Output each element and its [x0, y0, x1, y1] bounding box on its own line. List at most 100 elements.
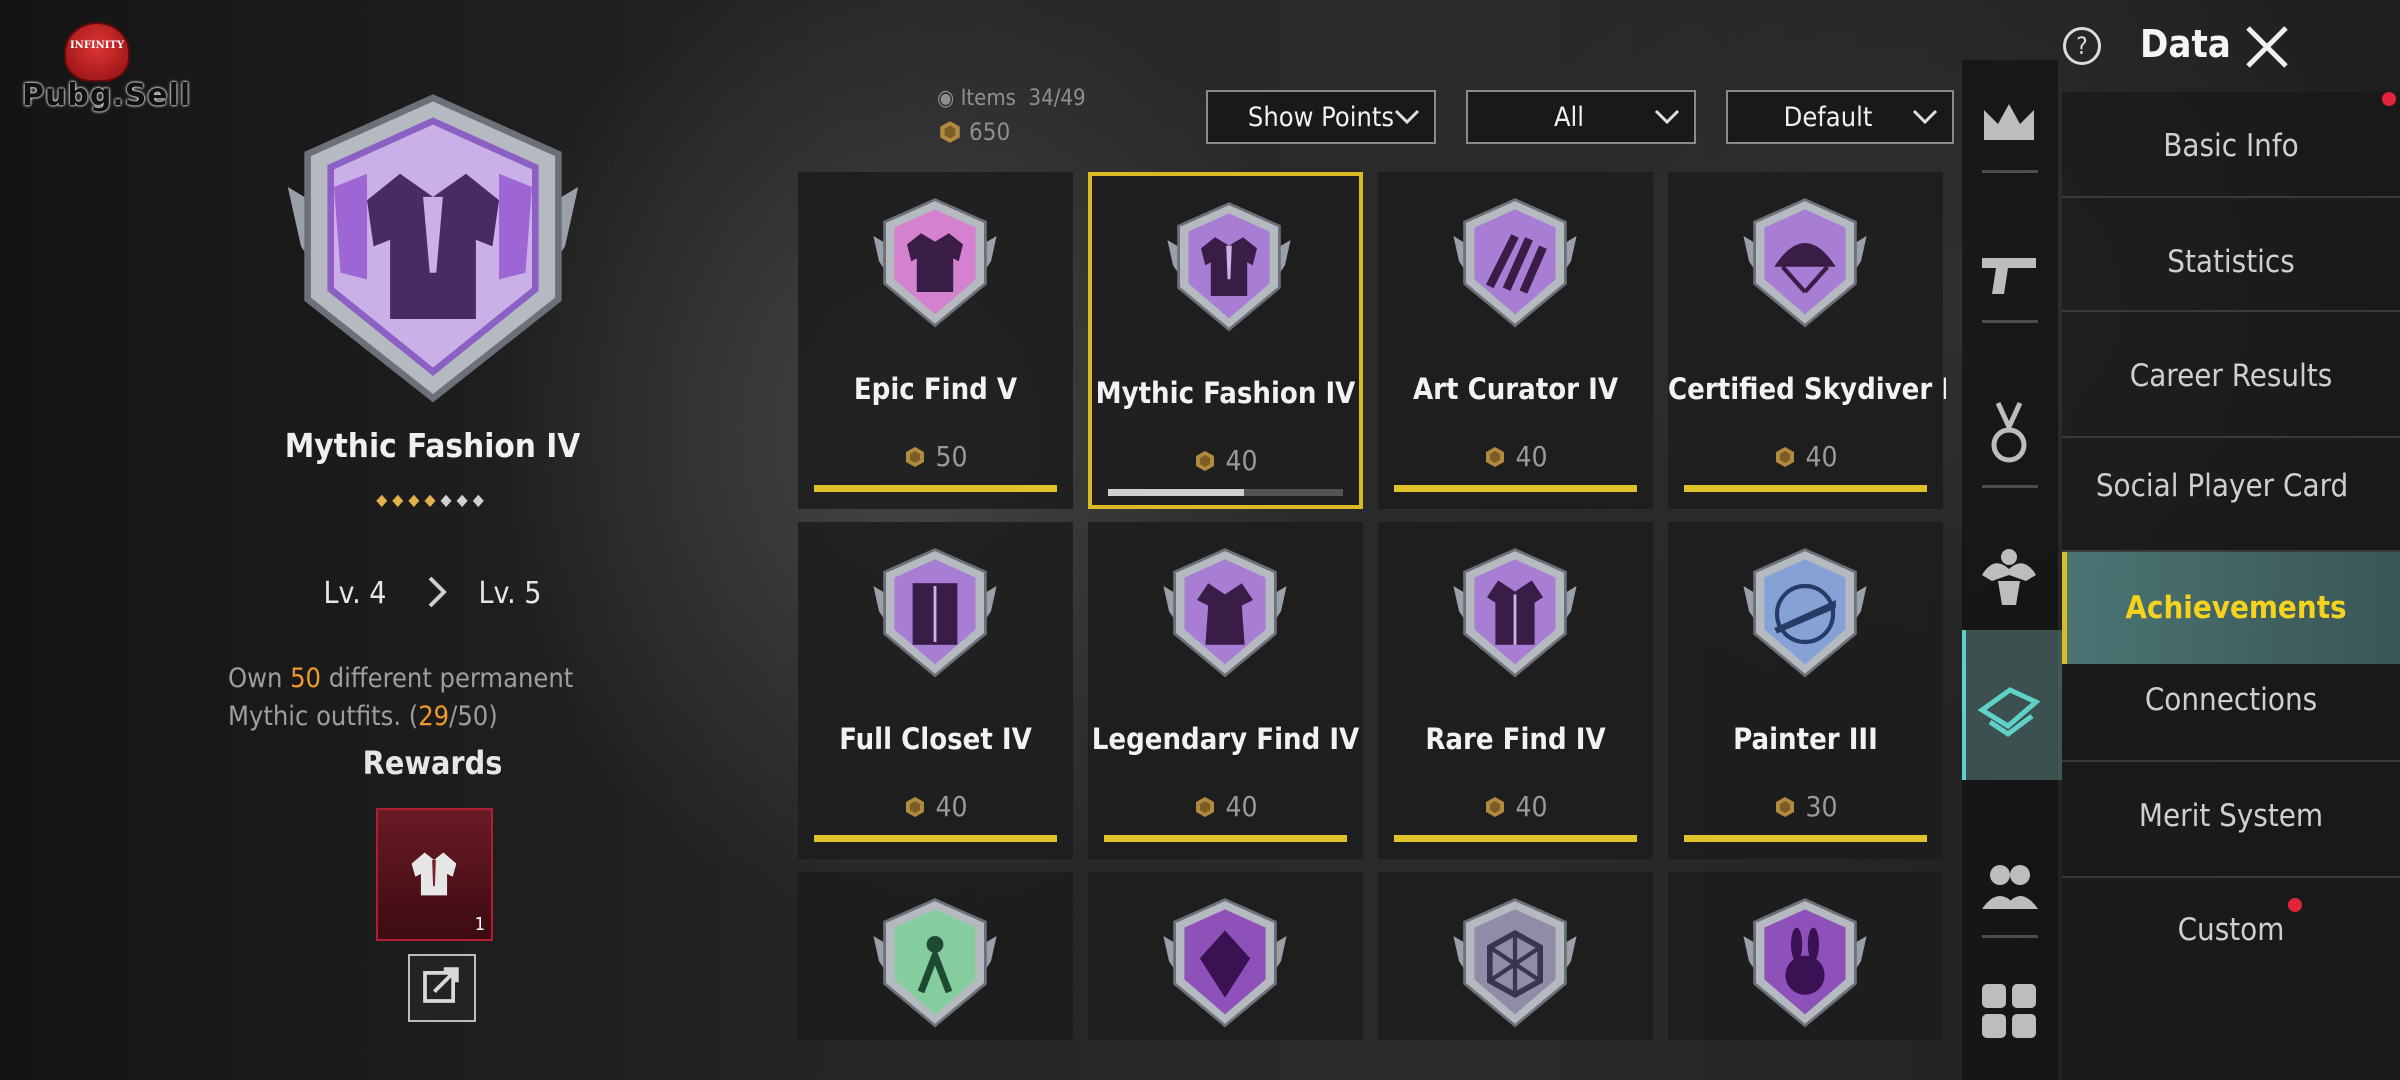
pistol-icon[interactable] — [1974, 230, 2044, 310]
progress-fill — [814, 835, 1057, 842]
achievement-card[interactable] — [798, 872, 1073, 1040]
achievement-description: Own 50 different permanent Mythic outfit… — [228, 660, 648, 736]
achievement-card[interactable]: Art Curator IV 40 — [1378, 172, 1653, 509]
coat-icon — [1453, 548, 1577, 678]
desc-text: Own — [228, 663, 291, 694]
progress-bar — [814, 835, 1057, 842]
achievement-points: 30 — [1668, 790, 1943, 823]
star-empty-icon: ◆ — [440, 490, 457, 509]
menu-item-basic-info[interactable]: Basic Info — [2062, 128, 2400, 164]
points-value: 40 — [1515, 440, 1548, 473]
sort-dropdown[interactable]: Default — [1726, 90, 1954, 144]
achievement-card[interactable]: Legendary Find IV 40 — [1088, 522, 1363, 859]
hexagon-icon — [1453, 898, 1577, 1028]
rewards-title: Rewards — [362, 744, 503, 782]
separator — [1982, 935, 2038, 938]
desc-total: /50) — [449, 701, 498, 732]
grid-icon[interactable] — [1974, 970, 2044, 1050]
friends-icon[interactable] — [1974, 845, 2044, 925]
menu-item-achievements[interactable]: Achievements — [2062, 552, 2400, 664]
robe-icon — [1163, 548, 1287, 678]
progress-bar — [1104, 835, 1347, 842]
achievement-points: 40 — [1378, 790, 1653, 823]
desc-target: 50 — [290, 663, 322, 694]
page-title: Data — [2140, 22, 2231, 66]
selected-achievement-title: Mythic Fashion IV — [284, 426, 581, 465]
menu-item-connections[interactable]: Connections — [2062, 682, 2400, 718]
chevron-down-icon — [1654, 109, 1680, 125]
reward-item[interactable]: 1 — [376, 808, 493, 941]
menu-separator — [2062, 876, 2400, 878]
eye-icon: ◉ — [937, 86, 955, 111]
menu-item-statistics[interactable]: Statistics — [2062, 244, 2400, 280]
separator — [1982, 170, 2038, 173]
share-button[interactable] — [408, 954, 476, 1022]
menu-separator — [2062, 436, 2400, 438]
achievement-card[interactable]: Rare Find IV 40 — [1378, 522, 1653, 859]
achievement-points: 40 — [1378, 440, 1653, 473]
points-value: 40 — [1805, 440, 1838, 473]
achievement-card[interactable]: Epic Find V 50 — [798, 172, 1073, 509]
achievement-name: Painter III — [1733, 722, 1878, 756]
achievement-cards-icon[interactable] — [1974, 668, 2044, 748]
closet-icon — [873, 548, 997, 678]
achievement-card[interactable] — [1668, 872, 1943, 1040]
coin-icon — [940, 121, 960, 143]
rabbit-icon — [1743, 898, 1867, 1028]
achievement-card[interactable]: Painter III 30 — [1668, 522, 1943, 859]
achievement-points: 40 — [1088, 790, 1363, 823]
muscle-icon[interactable] — [1974, 535, 2044, 615]
menu-item-social-player-card[interactable]: Social Player Card — [2062, 468, 2382, 504]
points-value: 50 — [935, 440, 968, 473]
menu-item-custom[interactable]: Custom — [2062, 912, 2400, 948]
achievement-name: Full Closet IV — [839, 722, 1032, 756]
dropdown-label: Show Points — [1247, 101, 1395, 133]
achievement-name: Mythic Fashion IV — [1095, 376, 1356, 410]
dropdown-label: All — [1553, 101, 1585, 133]
achievement-points: 40 — [1668, 440, 1943, 473]
progress-bar — [1394, 485, 1637, 492]
data-menu: Basic Info Statistics Career Results Social… — [2062, 92, 2400, 1080]
chevron-right-icon — [428, 576, 447, 608]
achievement-card[interactable]: Full Closet IV 40 — [798, 522, 1073, 859]
help-icon[interactable]: ? — [2063, 27, 2101, 65]
achievement-card[interactable] — [1378, 872, 1653, 1040]
points-value: 40 — [1225, 790, 1258, 823]
close-icon[interactable] — [2242, 22, 2292, 72]
crown-icon[interactable] — [1974, 80, 2044, 160]
achievement-points: 40 — [1092, 444, 1359, 477]
achievement-name: Certified Skydiver IV — [1668, 372, 1946, 406]
achievement-card[interactable]: Mythic Fashion IV 40 — [1088, 172, 1363, 509]
selected-achievement-medal — [287, 94, 579, 403]
logo-badge-text: INFINITY — [70, 40, 124, 51]
achievement-points: 40 — [798, 790, 1073, 823]
category-dropdown[interactable]: All — [1466, 90, 1696, 144]
parachute-icon — [1743, 198, 1867, 328]
medal-icon[interactable] — [1974, 395, 2044, 475]
claw-icon — [1453, 198, 1577, 328]
progress-bar — [814, 485, 1057, 492]
achievement-card[interactable] — [1088, 872, 1363, 1040]
items-value: 34/49 — [1028, 86, 1086, 111]
progress-fill — [1104, 835, 1347, 842]
items-label: Items — [960, 86, 1016, 111]
achievement-card[interactable]: Certified Skydiver IV 40 — [1668, 172, 1946, 509]
points-value: 650 — [969, 118, 1011, 146]
star-filled-icon: ◆ — [392, 490, 409, 509]
notification-dot — [2288, 898, 2302, 912]
coin-icon — [1776, 447, 1795, 467]
level-to: Lv. 5 — [478, 576, 542, 611]
coin-icon — [1486, 797, 1505, 817]
menu-item-merit-system[interactable]: Merit System — [2062, 798, 2400, 834]
level-stars: ◆◆◆◆◆◆◆ — [160, 490, 705, 509]
menu-item-career-results[interactable]: Career Results — [2062, 358, 2400, 394]
coin-icon — [1486, 447, 1505, 467]
points-value: 30 — [1805, 790, 1838, 823]
achievement-grid: Epic Find V 50 Mythic Fashion IV 40 Art Cura… — [798, 172, 1946, 1040]
progress-fill — [1684, 835, 1927, 842]
achievement-name: Rare Find IV — [1425, 722, 1606, 756]
jacket-icon — [873, 198, 997, 328]
category-icon-column — [1962, 60, 2062, 1080]
achievement-name: Epic Find V — [853, 372, 1018, 406]
show-points-dropdown[interactable]: Show Points — [1206, 90, 1436, 144]
